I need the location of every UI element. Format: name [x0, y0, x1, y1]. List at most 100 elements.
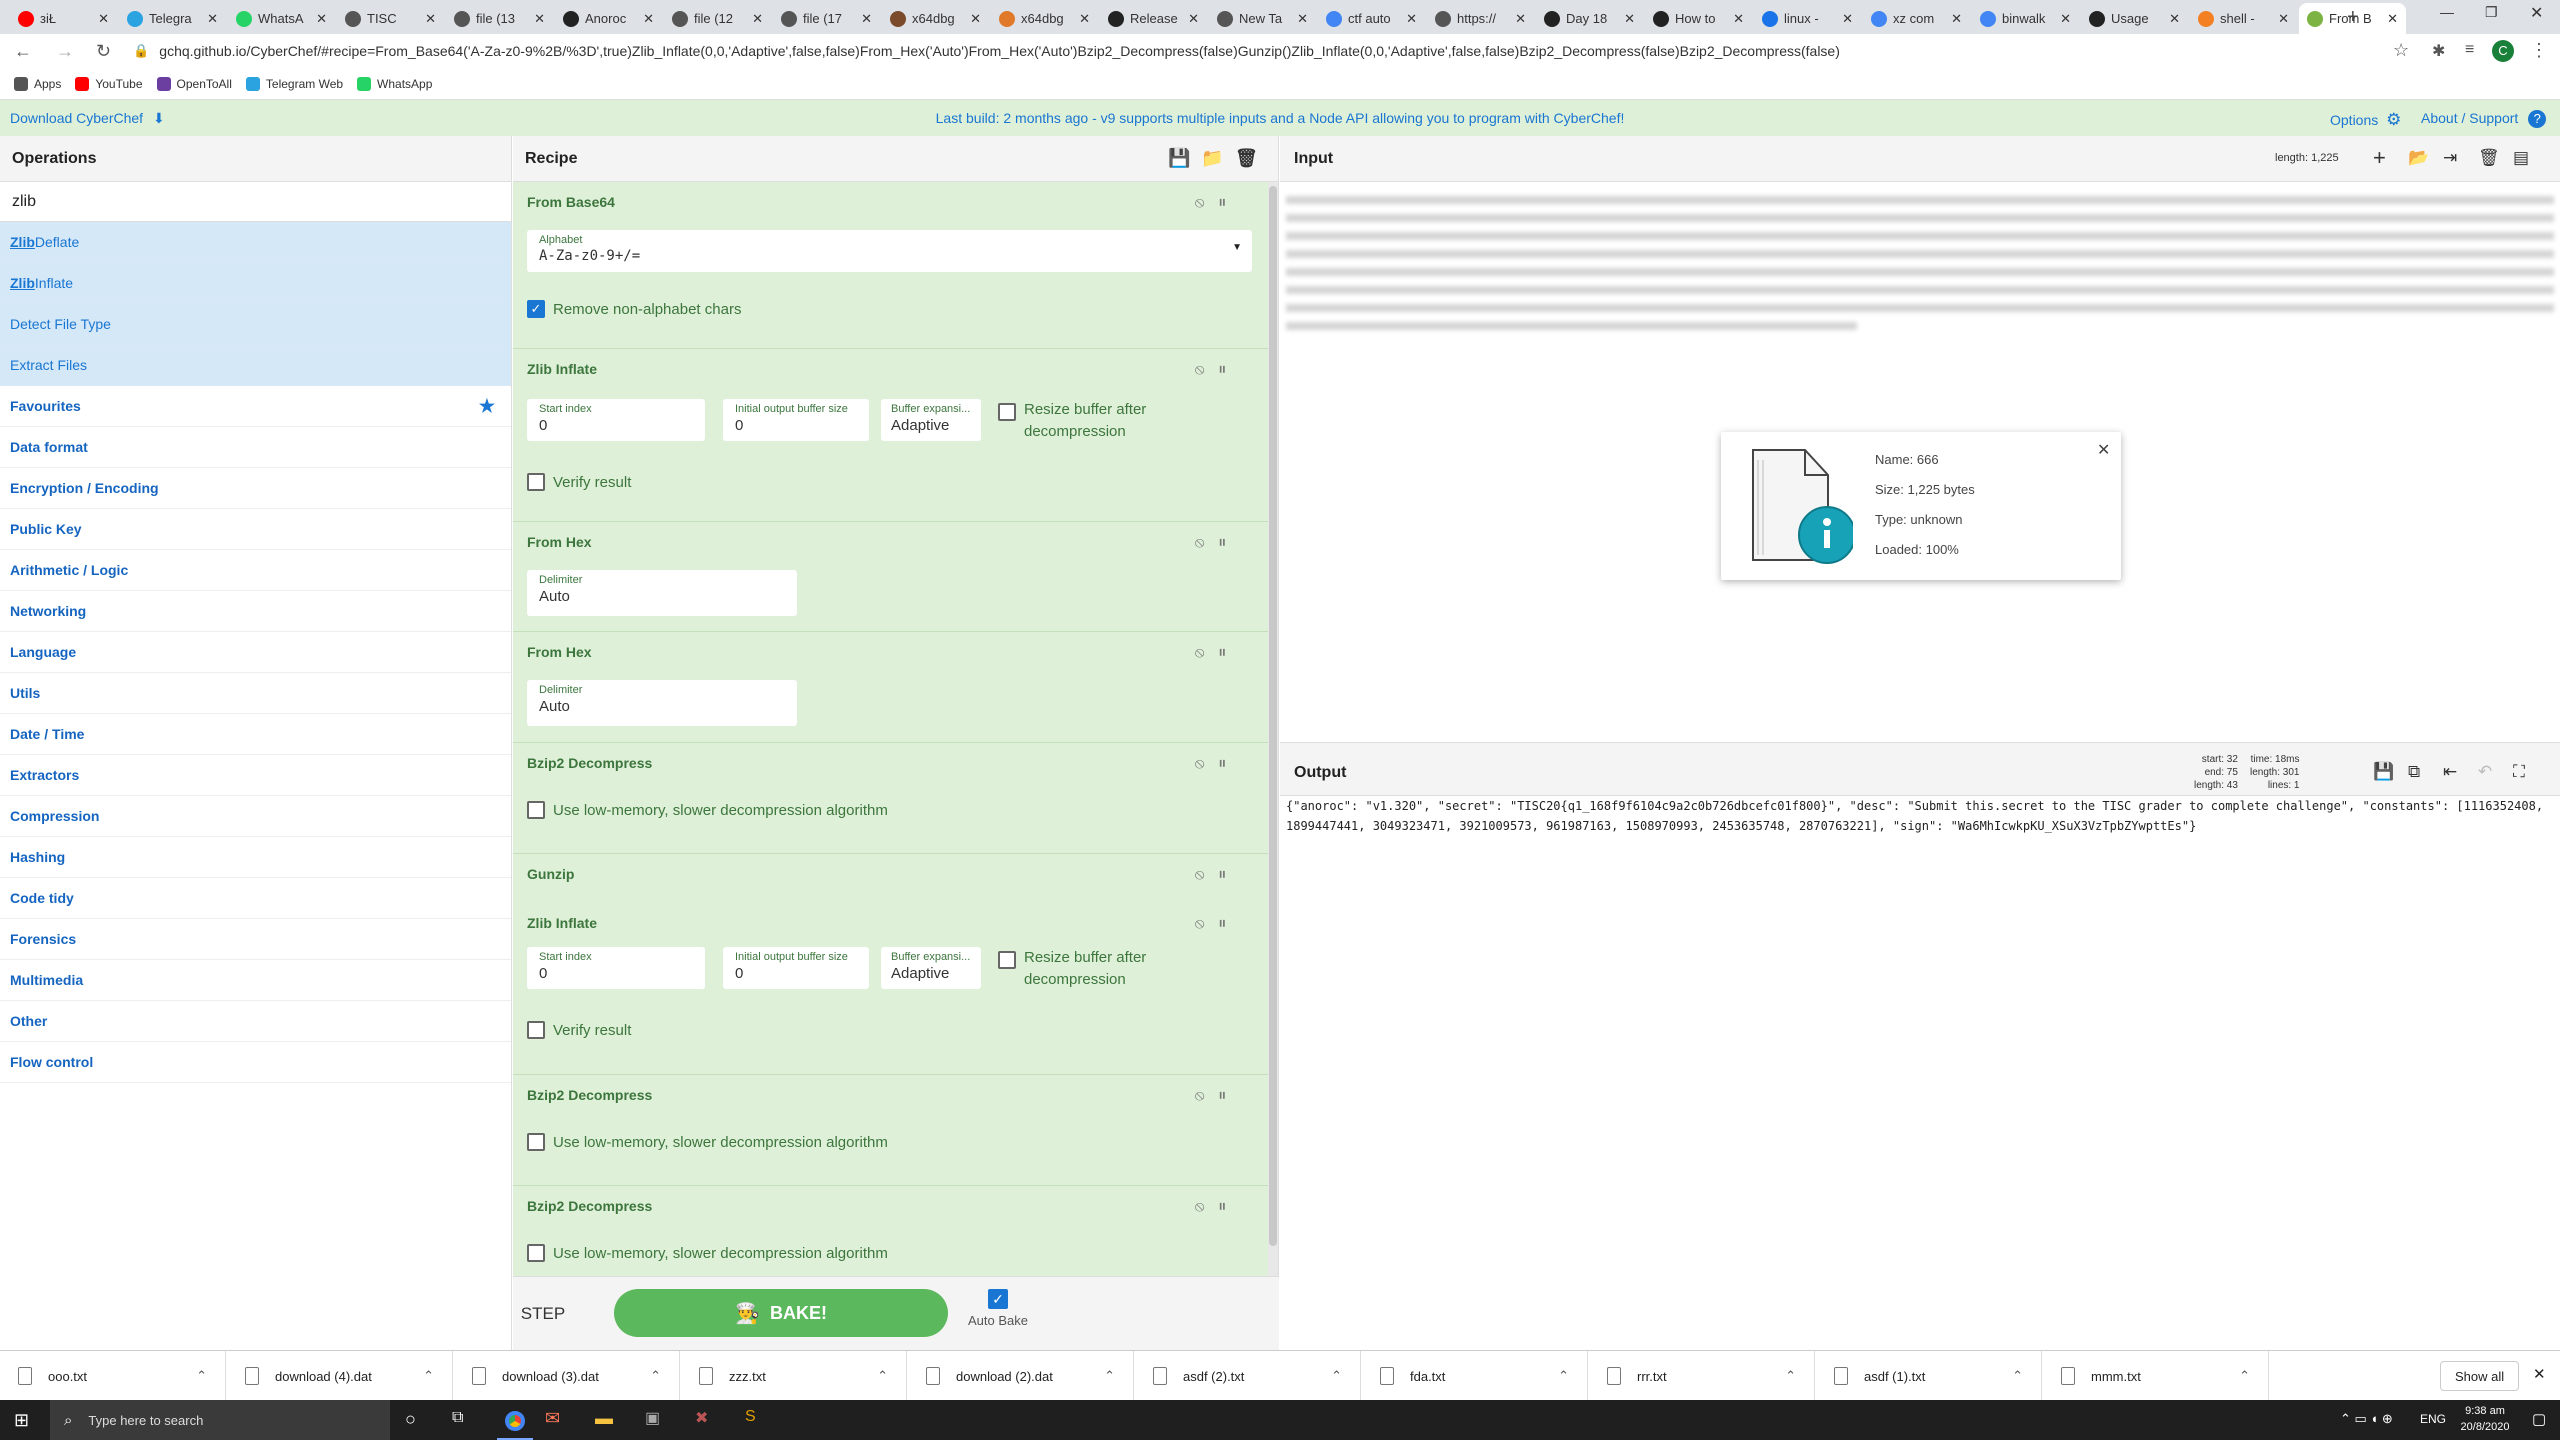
- tab-close-icon[interactable]: ✕: [316, 11, 327, 27]
- tab-close-icon[interactable]: ✕: [534, 11, 545, 27]
- open-file-icon[interactable]: ⇥: [2443, 148, 2457, 168]
- clear-recipe-trash-icon[interactable]: 🗑: [1235, 148, 1258, 169]
- chrome-taskbar-icon[interactable]: [497, 1404, 533, 1440]
- output-buffer-size-field[interactable]: Initial output buffer size 0: [723, 947, 869, 989]
- reset-layout-icon[interactable]: ▤: [2513, 148, 2529, 168]
- options-link[interactable]: Options ⚙: [2330, 110, 2401, 130]
- maximize-button[interactable]: ❐: [2485, 4, 2498, 21]
- recipe-scrollbar[interactable]: [1268, 182, 1278, 1276]
- url-field[interactable]: gchq.github.io/CyberChef/#recipe=From_Ba…: [159, 43, 2379, 59]
- about-support-link[interactable]: About / Support ?: [2421, 110, 2547, 128]
- disable-op-icon[interactable]: ⦸: [1195, 915, 1219, 932]
- category-item[interactable]: Favourites ★: [0, 386, 511, 427]
- chevron-up-icon[interactable]: ⌃: [650, 1368, 661, 1384]
- chevron-up-icon[interactable]: ⌃: [1558, 1368, 1569, 1384]
- back-arrow-icon[interactable]: ←: [14, 41, 32, 62]
- download-item[interactable]: download (4).dat ⌃: [227, 1351, 453, 1401]
- terminal-icon[interactable]: ▣: [645, 1408, 660, 1428]
- recipe-op-from-hex[interactable]: From Hex ⦸⏸ Delimiter Auto: [513, 522, 1268, 632]
- disable-op-icon[interactable]: ⦸: [1195, 866, 1219, 883]
- operations-search-input[interactable]: zlib: [0, 182, 511, 222]
- remove-non-alphabet-checkbox[interactable]: ✓ Remove non-alphabet chars: [527, 300, 741, 318]
- browser-menu-icon[interactable]: ⋮: [2530, 40, 2548, 61]
- browser-tab[interactable]: Usage ✕: [2081, 3, 2188, 34]
- output-text[interactable]: {"anoroc": "v1.320", "secret": "TISC20{q…: [1286, 796, 2554, 1346]
- tab-close-icon[interactable]: ✕: [1406, 11, 1417, 27]
- download-item[interactable]: rrr.txt ⌃: [1589, 1351, 1815, 1401]
- breakpoint-icon[interactable]: ⏸: [1218, 1198, 1240, 1215]
- chevron-up-icon[interactable]: ⌃: [423, 1368, 434, 1384]
- category-item[interactable]: Flow control: [0, 1042, 511, 1083]
- language-indicator[interactable]: ENG: [2420, 1412, 2446, 1426]
- breakpoint-icon[interactable]: ⏸: [1218, 755, 1240, 772]
- sublime-icon[interactable]: S: [745, 1408, 756, 1426]
- low-memory-checkbox[interactable]: Use low-memory, slower decompression alg…: [527, 801, 888, 819]
- app-taskbar-icon-2[interactable]: ✖: [695, 1408, 708, 1428]
- undo-icon[interactable]: ↶: [2478, 762, 2492, 782]
- browser-tab[interactable]: Day 18 ✕: [1536, 3, 1643, 34]
- chevron-up-icon[interactable]: ⌃: [1104, 1368, 1115, 1384]
- maximise-output-icon[interactable]: ⛶: [2513, 762, 2525, 782]
- category-item[interactable]: Extractors: [0, 755, 511, 796]
- notifications-icon[interactable]: ▢: [2532, 1410, 2546, 1428]
- task-view-icon[interactable]: ⧉: [452, 1409, 463, 1427]
- resize-buffer-checkbox[interactable]: Resize buffer after decompression: [998, 399, 1188, 443]
- replace-input-icon[interactable]: ⇤: [2443, 762, 2457, 782]
- bookmark-star-icon[interactable]: ☆: [2393, 40, 2409, 61]
- io-resize-gutter[interactable]: [1280, 742, 2560, 750]
- save-recipe-icon[interactable]: 💾: [1168, 148, 1190, 169]
- category-item[interactable]: Other: [0, 1001, 511, 1042]
- resize-buffer-checkbox[interactable]: Resize buffer after decompression: [998, 947, 1188, 991]
- operation-result-item[interactable]: Zlib Inflate: [0, 263, 511, 304]
- breakpoint-icon[interactable]: ⏸: [1218, 1087, 1240, 1104]
- cortana-icon[interactable]: ○: [405, 1409, 416, 1430]
- recipe-op-from-base64[interactable]: From Base64 ⦸⏸ Alphabet A-Za-z0-9+/= ▼ ✓…: [513, 182, 1268, 349]
- tab-close-icon[interactable]: ✕: [98, 11, 109, 27]
- tab-close-icon[interactable]: ✕: [643, 11, 654, 27]
- browser-tab[interactable]: ᴈiŁ ✕: [10, 3, 117, 34]
- copy-output-icon[interactable]: ⧉: [2408, 762, 2420, 782]
- breakpoint-icon[interactable]: ⏸: [1218, 866, 1240, 883]
- taskbar-search[interactable]: ⌕ Type here to search: [50, 1400, 390, 1440]
- category-item[interactable]: Date / Time: [0, 714, 511, 755]
- chevron-up-icon[interactable]: ⌃: [196, 1368, 207, 1384]
- disable-op-icon[interactable]: ⦸: [1195, 194, 1219, 211]
- close-downloads-icon[interactable]: ✕: [2533, 1365, 2546, 1383]
- bake-button[interactable]: 👨‍🍳 BAKE!: [614, 1289, 948, 1337]
- category-item[interactable]: Compression: [0, 796, 511, 837]
- delimiter-select[interactable]: Delimiter Auto: [527, 570, 797, 616]
- delimiter-select[interactable]: Delimiter Auto: [527, 680, 797, 726]
- browser-tab[interactable]: Telegra ✕: [119, 3, 226, 34]
- reload-icon[interactable]: ↻: [96, 41, 111, 62]
- disable-op-icon[interactable]: ⦸: [1195, 644, 1219, 661]
- category-item[interactable]: Networking: [0, 591, 511, 632]
- extensions-icon[interactable]: ✱: [2432, 41, 2445, 61]
- browser-tab[interactable]: x64dbg ✕: [882, 3, 989, 34]
- operation-result-item[interactable]: Extract Files: [0, 345, 511, 386]
- recipe-op-zlib-inflate[interactable]: Zlib Inflate ⦸⏸ Start index 0 Initial out…: [513, 903, 1268, 1075]
- recipe-op-bzip2-decompress[interactable]: Bzip2 Decompress ⦸⏸ Use low-memory, slow…: [513, 743, 1268, 854]
- scrollbar-thumb[interactable]: [1269, 186, 1277, 1246]
- verify-result-checkbox[interactable]: Verify result: [527, 473, 631, 491]
- input-textarea[interactable]: Name: 666 Size: 1,225 bytes Type: unknow…: [1280, 182, 2560, 742]
- add-input-tab-icon[interactable]: +: [2373, 145, 2386, 171]
- tab-close-icon[interactable]: ✕: [861, 11, 872, 27]
- browser-tab[interactable]: file (17 ✕: [773, 3, 880, 34]
- breakpoint-icon[interactable]: ⏸: [1218, 361, 1240, 378]
- clock[interactable]: 9:38 am 20/8/2020: [2450, 1403, 2520, 1435]
- category-item[interactable]: Forensics: [0, 919, 511, 960]
- chevron-up-icon[interactable]: ⌃: [2012, 1368, 2023, 1384]
- disable-op-icon[interactable]: ⦸: [1195, 1198, 1219, 1215]
- chevron-up-icon[interactable]: ⌃: [2239, 1368, 2250, 1384]
- playlist-icon[interactable]: ≡: [2465, 41, 2474, 59]
- low-memory-checkbox[interactable]: Use low-memory, slower decompression alg…: [527, 1133, 888, 1151]
- tab-close-icon[interactable]: ✕: [1624, 11, 1635, 27]
- bookmark-item[interactable]: WhatsApp: [357, 76, 432, 91]
- category-item[interactable]: Arithmetic / Logic: [0, 550, 511, 591]
- download-item[interactable]: asdf (1).txt ⌃: [1816, 1351, 2042, 1401]
- download-item[interactable]: asdf (2).txt ⌃: [1135, 1351, 1361, 1401]
- tab-close-icon[interactable]: ✕: [1733, 11, 1744, 27]
- browser-tab[interactable]: shell - ✕: [2190, 3, 2297, 34]
- minimize-button[interactable]: —: [2440, 4, 2454, 20]
- download-cyberchef-link[interactable]: Download CyberChef ⬇: [10, 110, 165, 127]
